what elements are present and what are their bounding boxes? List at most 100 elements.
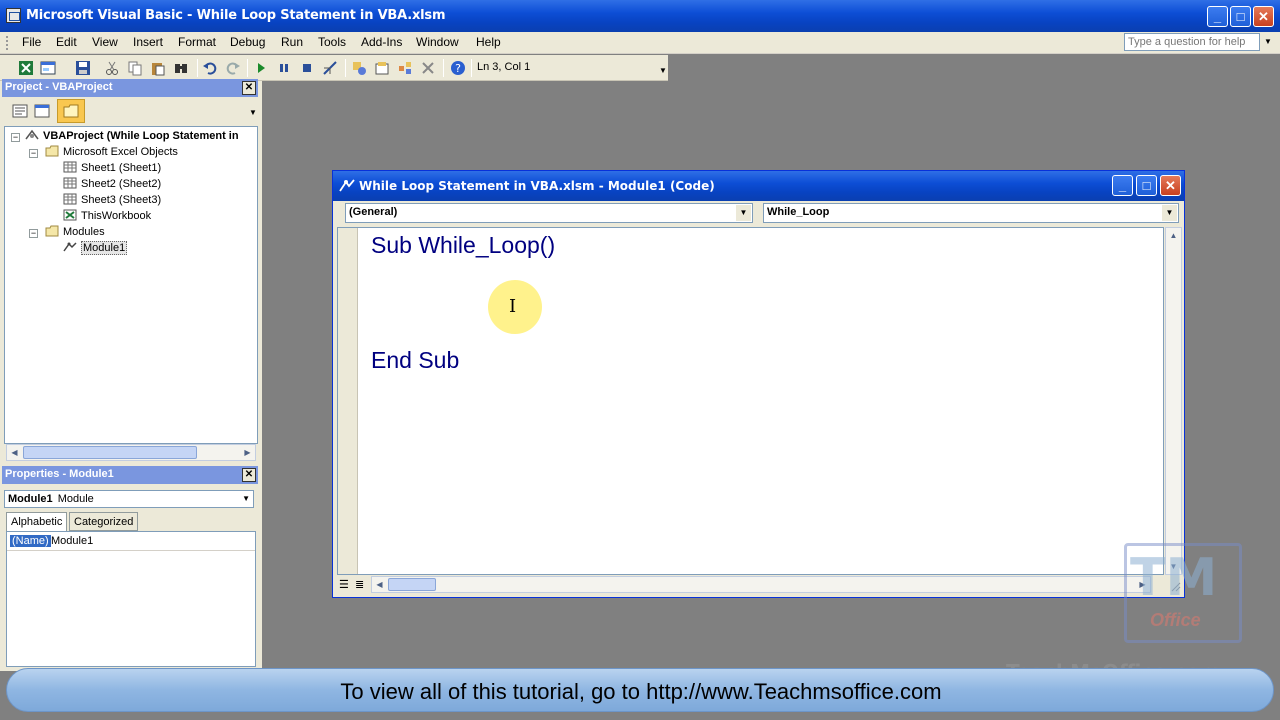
- menu-file[interactable]: File: [22, 35, 41, 49]
- menu-grip[interactable]: [6, 36, 9, 50]
- toolbar-options-icon[interactable]: ▼: [659, 66, 667, 75]
- code-window: While Loop Statement in VBA.xlsm - Modul…: [332, 170, 1185, 598]
- scroll-up-icon[interactable]: ▲: [1166, 228, 1181, 243]
- panel-scroll-down-icon[interactable]: ▼: [249, 108, 257, 117]
- code-minimize-button[interactable]: _: [1112, 175, 1133, 196]
- tree-sheet2[interactable]: Sheet2 (Sheet2): [63, 177, 161, 190]
- procedure-combo[interactable]: While_Loop ▼: [763, 203, 1179, 223]
- object-browser-icon[interactable]: [397, 60, 413, 76]
- break-icon[interactable]: [276, 60, 292, 76]
- folder-icon: [45, 145, 59, 157]
- menu-tools[interactable]: Tools: [318, 35, 346, 49]
- insert-userform-icon[interactable]: [40, 60, 56, 76]
- menu-help[interactable]: Help: [476, 35, 501, 49]
- code-editor[interactable]: Sub While_Loop() End Sub: [337, 227, 1164, 575]
- tree-thisworkbook[interactable]: ThisWorkbook: [63, 209, 151, 222]
- chevron-down-icon[interactable]: ▼: [1162, 205, 1177, 221]
- margin-indicator-bar[interactable]: [338, 228, 358, 574]
- banner-text: To view all of this tutorial, go to http…: [340, 679, 942, 704]
- excel-icon[interactable]: [18, 60, 34, 76]
- title-bar[interactable]: Microsoft Visual Basic - While Loop Stat…: [0, 0, 1280, 32]
- tree-label: Sheet1 (Sheet1): [81, 162, 162, 174]
- tab-alphabetic[interactable]: Alphabetic: [6, 512, 68, 532]
- maximize-button[interactable]: □: [1230, 6, 1251, 27]
- paste-icon[interactable]: [150, 60, 166, 76]
- project-panel-title: Project - VBAProject: [2, 79, 258, 97]
- tutorial-banner: To view all of this tutorial, go to http…: [6, 668, 1274, 712]
- toggle-folders-button[interactable]: [57, 99, 85, 123]
- chevron-down-icon[interactable]: ▼: [1262, 33, 1274, 51]
- menu-debug[interactable]: Debug: [230, 35, 265, 49]
- code-window-title-bar[interactable]: While Loop Statement in VBA.xlsm - Modul…: [333, 171, 1184, 201]
- help-icon[interactable]: ?: [450, 60, 466, 76]
- collapse-icon[interactable]: −: [29, 149, 38, 158]
- tree-excel-objects[interactable]: Microsoft Excel Objects: [45, 145, 178, 158]
- procedure-view-icon[interactable]: ☰: [339, 578, 349, 591]
- find-icon[interactable]: [173, 60, 189, 76]
- toolbar-separator: [345, 59, 346, 77]
- object-name: Module1: [8, 493, 53, 505]
- full-module-view-icon[interactable]: ≣: [355, 578, 364, 591]
- tab-categorized[interactable]: Categorized: [69, 512, 139, 531]
- save-icon[interactable]: [75, 60, 91, 76]
- undo-icon[interactable]: [202, 60, 218, 76]
- menu-insert[interactable]: Insert: [133, 35, 163, 49]
- ask-question-input[interactable]: Type a question for help: [1124, 33, 1260, 51]
- chevron-down-icon[interactable]: ▼: [736, 205, 751, 221]
- redo-icon[interactable]: [225, 60, 241, 76]
- scroll-thumb[interactable]: [23, 446, 197, 459]
- code-hscrollbar[interactable]: ◀ ▶: [371, 576, 1151, 593]
- project-explorer-icon[interactable]: [351, 60, 367, 76]
- project-tree: − VBAProject (While Loop Statement in − …: [4, 126, 258, 444]
- grid-divider: [7, 550, 255, 551]
- scroll-left-icon[interactable]: ◀: [372, 577, 387, 592]
- menu-run[interactable]: Run: [281, 35, 303, 49]
- menu-window[interactable]: Window: [416, 35, 459, 49]
- tree-module1[interactable]: Module1: [63, 241, 128, 255]
- view-code-icon[interactable]: [12, 103, 28, 119]
- code-line[interactable]: End Sub: [371, 347, 459, 374]
- properties-icon[interactable]: [374, 60, 390, 76]
- menu-view[interactable]: View: [92, 35, 118, 49]
- menu-add-ins[interactable]: Add-Ins: [361, 35, 402, 49]
- reset-icon[interactable]: [299, 60, 315, 76]
- copy-icon[interactable]: [127, 60, 143, 76]
- menu-format[interactable]: Format: [178, 35, 216, 49]
- toolbar-separator: [247, 59, 248, 77]
- scroll-left-icon[interactable]: ◀: [7, 445, 22, 460]
- tree-label: Microsoft Excel Objects: [63, 146, 178, 158]
- toolbox-icon[interactable]: [420, 60, 436, 76]
- toolbar-empty-area: [668, 55, 1280, 81]
- properties-panel-close-icon[interactable]: ✕: [242, 468, 256, 482]
- folder-icon: [63, 104, 79, 118]
- design-mode-icon[interactable]: [322, 60, 338, 76]
- run-icon[interactable]: [253, 60, 269, 76]
- property-value[interactable]: Module1: [51, 535, 93, 547]
- minimize-button[interactable]: _: [1207, 6, 1228, 27]
- close-button[interactable]: ✕: [1253, 6, 1274, 27]
- property-name[interactable]: (Name): [10, 535, 51, 547]
- chevron-down-icon[interactable]: ▼: [242, 494, 250, 503]
- collapse-icon[interactable]: −: [29, 229, 38, 238]
- tree-label: ThisWorkbook: [81, 210, 152, 222]
- properties-object-select[interactable]: Module1 Module ▼: [4, 490, 254, 508]
- project-panel-close-icon[interactable]: ✕: [242, 81, 256, 95]
- module-icon: [339, 179, 355, 192]
- code-vscrollbar[interactable]: ▲ ▼: [1165, 227, 1182, 575]
- code-close-button[interactable]: ✕: [1160, 175, 1181, 196]
- object-combo[interactable]: (General) ▼: [345, 203, 753, 223]
- tree-sheet1[interactable]: Sheet1 (Sheet1): [63, 161, 161, 174]
- tree-root[interactable]: VBAProject (While Loop Statement in: [25, 129, 239, 142]
- cut-icon[interactable]: [104, 60, 120, 76]
- scroll-thumb[interactable]: [388, 578, 436, 591]
- tree-sheet3[interactable]: Sheet3 (Sheet3): [63, 193, 161, 206]
- view-object-icon[interactable]: [34, 103, 50, 119]
- code-maximize-button[interactable]: □: [1136, 175, 1157, 196]
- collapse-icon[interactable]: −: [11, 133, 20, 142]
- properties-grid: (Name) Module1: [6, 531, 256, 667]
- project-hscrollbar[interactable]: ◀ ▶: [6, 444, 256, 461]
- tree-modules[interactable]: Modules: [45, 225, 105, 238]
- code-line[interactable]: Sub While_Loop(): [371, 232, 555, 259]
- scroll-right-icon[interactable]: ▶: [240, 445, 255, 460]
- menu-edit[interactable]: Edit: [56, 35, 77, 49]
